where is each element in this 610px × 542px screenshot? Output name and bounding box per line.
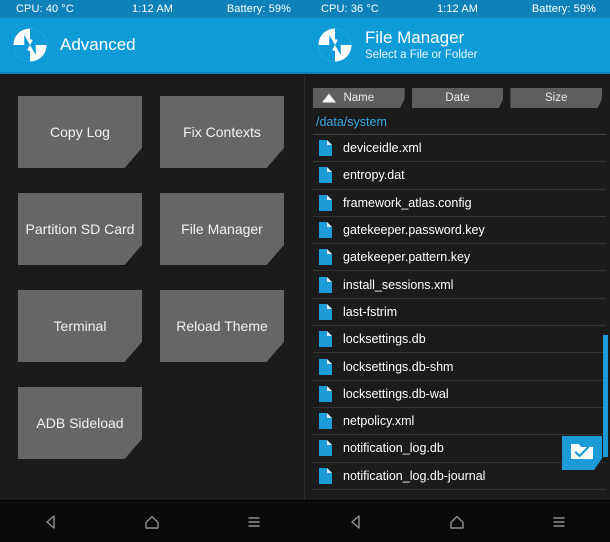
page-title-file-manager: File Manager — [365, 28, 465, 47]
header-file-manager-texts: File Manager Select a File or Folder — [365, 28, 478, 62]
list-item[interactable]: install_sessions.xml — [313, 271, 606, 299]
menu-lines-icon[interactable] — [232, 507, 276, 537]
file-name: entropy.dat — [343, 168, 405, 183]
list-item[interactable]: last-fstrim — [313, 299, 606, 327]
current-path-label: /data/system — [316, 115, 387, 129]
advanced-pane: Copy Log Fix Contexts Partition SD Card … — [0, 76, 305, 500]
battery-level-right: Battery: 59% — [531, 3, 596, 15]
file-document-icon — [319, 358, 332, 375]
header-advanced-texts: Advanced — [60, 35, 136, 55]
list-item[interactable]: locksettings.db-wal — [313, 381, 606, 408]
file-document-icon — [319, 467, 332, 484]
header-advanced: Advanced — [0, 18, 305, 74]
sort-by-date-label: Date — [445, 92, 470, 104]
header-file-manager: File Manager Select a File or Folder — [305, 18, 610, 74]
sort-by-name-button[interactable]: Name — [313, 88, 405, 108]
sort-bar: Name Date Size — [313, 88, 603, 108]
file-name: gatekeeper.password.key — [343, 223, 485, 238]
file-document-icon — [319, 331, 332, 348]
file-document-icon — [319, 385, 332, 402]
file-manager-button[interactable]: File Manager — [160, 193, 284, 265]
file-name: deviceidle.xml — [343, 141, 422, 156]
cpu-temperature-left: CPU: 40 °C — [16, 3, 74, 15]
sort-ascending-triangle-icon — [322, 93, 336, 103]
sort-by-size-button[interactable]: Size — [510, 88, 603, 108]
file-list-scrollbar-thumb[interactable] — [603, 335, 608, 457]
twrp-logo-icon — [12, 27, 48, 63]
twrp-screen: CPU: 40 °C 1:12 AM Battery: 59% CPU: 36 … — [0, 0, 610, 542]
file-name: locksettings.db-shm — [343, 359, 454, 374]
file-document-icon — [319, 140, 332, 157]
file-document-icon — [319, 303, 332, 320]
clock-left: 1:12 AM — [131, 3, 174, 15]
fix-contexts-button[interactable]: Fix Contexts — [160, 96, 284, 168]
android-nav-bar-right — [305, 500, 610, 542]
home-house-icon[interactable] — [130, 507, 174, 537]
battery-level-left: Battery: 59% — [226, 3, 291, 15]
terminal-button[interactable]: Terminal — [18, 290, 142, 362]
android-nav-bar-left — [0, 500, 305, 542]
file-manager-pane: Name Date Size /data/system deviceidle.x… — [305, 76, 610, 500]
list-item[interactable]: locksettings.db-shm — [313, 353, 606, 381]
adb-sideload-button[interactable]: ADB Sideload — [18, 387, 142, 459]
sort-by-name-label: Name — [343, 92, 375, 104]
page-subtitle-file-manager: Select a File or Folder — [365, 49, 478, 61]
back-triangle-icon[interactable] — [334, 507, 378, 537]
status-bar-left: CPU: 40 °C 1:12 AM Battery: 59% — [0, 0, 305, 18]
list-item[interactable]: gatekeeper.password.key — [313, 217, 606, 245]
file-name: last-fstrim — [343, 304, 398, 319]
file-name: framework_atlas.config — [343, 195, 472, 210]
list-item[interactable]: entropy.dat — [313, 162, 606, 190]
copy-log-button[interactable]: Copy Log — [18, 96, 142, 168]
list-item[interactable]: locksettings.db — [313, 326, 606, 354]
folder-check-select-icon — [570, 441, 594, 466]
back-triangle-icon[interactable] — [29, 507, 73, 537]
file-name: locksettings.db — [343, 332, 426, 347]
file-document-icon — [319, 413, 332, 430]
status-bar-right: CPU: 36 °C 1:12 AM Battery: 59% — [305, 0, 610, 18]
file-name: install_sessions.xml — [343, 277, 454, 292]
twrp-logo-icon — [317, 27, 353, 63]
file-name: netpolicy.xml — [343, 414, 415, 429]
list-item[interactable]: netpolicy.xml — [313, 408, 606, 436]
file-document-icon — [319, 440, 332, 457]
list-item[interactable]: deviceidle.xml — [313, 135, 606, 163]
sort-by-size-label: Size — [544, 92, 568, 104]
sort-by-date-button[interactable]: Date — [411, 88, 504, 108]
file-name: notification_log.db-journal — [343, 468, 486, 483]
page-title-advanced: Advanced — [60, 35, 136, 54]
select-folder-button[interactable] — [562, 436, 602, 470]
partition-sd-card-button[interactable]: Partition SD Card — [18, 193, 142, 265]
menu-lines-icon[interactable] — [537, 507, 581, 537]
file-list-scrollbar[interactable] — [603, 135, 608, 500]
file-document-icon — [319, 276, 332, 293]
file-document-icon — [319, 249, 332, 266]
file-document-icon — [319, 194, 332, 211]
reload-theme-button[interactable]: Reload Theme — [160, 290, 284, 362]
advanced-button-grid: Copy Log Fix Contexts Partition SD Card … — [18, 96, 288, 459]
cpu-temperature-right: CPU: 36 °C — [321, 3, 379, 15]
file-name: locksettings.db-wal — [343, 386, 449, 401]
list-item[interactable]: gatekeeper.pattern.key — [313, 244, 606, 272]
clock-right: 1:12 AM — [436, 3, 479, 15]
file-name: notification_log.db — [343, 441, 444, 456]
list-item[interactable]: framework_atlas.config — [313, 190, 606, 217]
home-house-icon[interactable] — [435, 507, 479, 537]
file-name: gatekeeper.pattern.key — [343, 250, 471, 265]
file-document-icon — [319, 167, 332, 184]
file-document-icon — [319, 222, 332, 239]
